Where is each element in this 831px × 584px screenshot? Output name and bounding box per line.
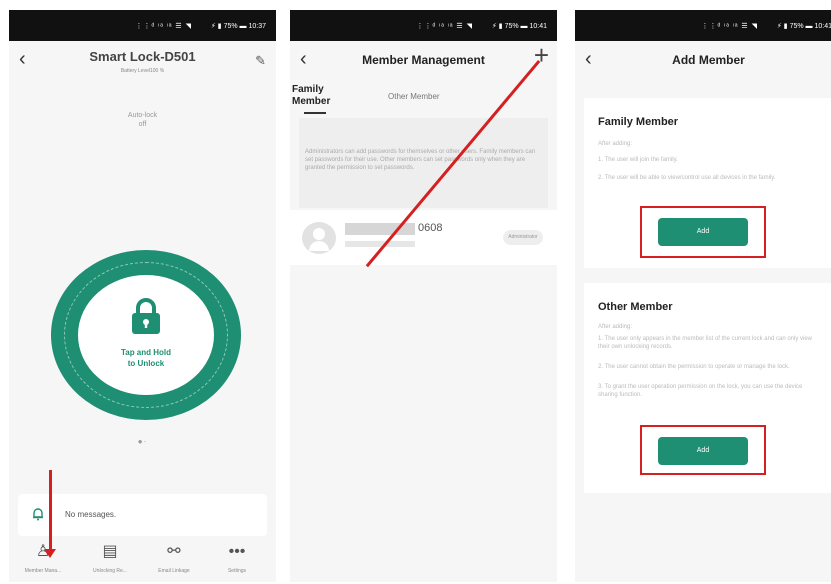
unlock-dial[interactable]: Tap and Hold to Unlock	[51, 250, 241, 420]
nav-bar: ‹ Member Management +	[290, 41, 557, 79]
avatar-body-shape	[309, 241, 329, 251]
card-desc-item: 2. The user cannot obtain the permission…	[598, 364, 790, 370]
signal-indicator: ⋮⋮ᵈ ᶦᵃ ᶦᵃ ☰ ◥	[701, 23, 758, 30]
card-desc-item: 2. The user will be able to view/control…	[598, 175, 776, 181]
link-icon: ⚯	[167, 543, 181, 560]
tab-label: Member Mana...	[24, 568, 62, 574]
tab-label: Other Member	[388, 92, 440, 101]
tab-family-member[interactable]: Family Member	[292, 84, 332, 114]
tab-settings[interactable]: ••• Settings	[207, 542, 267, 574]
screen-add-member: ⋮⋮ᵈ ᶦᵃ ᶦᵃ ☰ ◥ ⚡ ▮ 75% ▬ 10:41 ‹ Add Memb…	[575, 10, 831, 582]
highlight-box: Add	[640, 206, 766, 258]
page-title: Member Management	[362, 53, 485, 67]
status-bar: ⋮⋮ᵈ ᶦᵃ ᶦᵃ ☰ ◥ ⚡ ▮ 75% ▬ 10:41	[290, 10, 557, 41]
tab-other-member[interactable]: Other Member	[388, 92, 440, 101]
unlock-button[interactable]: Tap and Hold to Unlock	[78, 275, 214, 395]
auto-lock-status[interactable]: Auto-lock off	[9, 111, 276, 129]
signal-indicator: ⋮⋮ᵈ ᶦᵃ ᶦᵃ ☰ ◥	[135, 23, 192, 30]
message-card[interactable]: No messages.	[18, 494, 267, 536]
avatar	[302, 222, 336, 254]
card-title: Other Member	[598, 301, 673, 313]
unlock-hint-line2: to Unlock	[127, 359, 165, 368]
screen-member-management: ⋮⋮ᵈ ᶦᵃ ᶦᵃ ☰ ◥ ⚡ ▮ 75% ▬ 10:41 ‹ Member M…	[290, 10, 557, 582]
dots-icon: •••	[228, 543, 246, 560]
message-text: No messages.	[65, 510, 117, 519]
avatar-head-shape	[313, 228, 325, 240]
role-badge: Administrator	[503, 230, 543, 245]
page-title: Smart Lock-D501	[89, 49, 196, 64]
signal-indicator: ⋮⋮ᵈ ᶦᵃ ᶦᵃ ☰ ◥	[416, 23, 473, 30]
tab-email-linkage[interactable]: ⚯ Email Linkage	[144, 542, 204, 574]
tab-label: Settings	[227, 568, 247, 574]
unlock-hint-line1: Tap and Hold	[120, 348, 172, 357]
status-bar: ⋮⋮ᵈ ᶦᵃ ᶦᵃ ☰ ◥ ⚡ ▮ 75% ▬ 10:41	[575, 10, 831, 41]
redacted-subtitle-block	[345, 241, 415, 247]
tab-label: Unlocking Re...	[93, 568, 127, 574]
tab-member-management[interactable]: ♙ Member Mana...	[13, 542, 73, 574]
card-desc-heading: After adding:	[598, 141, 633, 147]
screen-smart-lock: ⋮⋮ᵈ ᶦᵃ ᶦᵃ ☰ ◥ ⚡ ▮ 75% ▬ 10:37 ‹ Smart Lo…	[9, 10, 276, 582]
active-tab-underline	[304, 112, 326, 114]
add-family-member-button[interactable]: Add	[658, 218, 748, 246]
tab-label: Email Linkage	[158, 568, 190, 574]
auto-lock-label: Auto-lock	[127, 112, 158, 119]
member-name: 0608	[418, 222, 443, 234]
page-title: Add Member	[672, 53, 745, 67]
other-member-card: Other Member After adding: 1. The user o…	[584, 283, 831, 493]
add-other-member-button[interactable]: Add	[658, 437, 748, 465]
tab-label: Family Member	[292, 84, 331, 107]
bell-icon	[33, 508, 43, 521]
card-desc-item: 3. To grant the user operation permissio…	[598, 384, 803, 398]
redacted-name-block	[345, 223, 415, 235]
padlock-icon	[132, 298, 160, 334]
card-title: Family Member	[598, 116, 679, 128]
card-desc-item: 1. The user will join the family.	[598, 157, 678, 163]
nav-bar: ‹ Smart Lock-D501 Battery Level100 % ✎	[9, 41, 276, 79]
card-desc-item: 1. The user only appears in the member l…	[598, 336, 812, 350]
person-icon: ♙	[35, 543, 51, 560]
auto-lock-value: off	[138, 121, 147, 128]
tab-unlocking-records[interactable]: ▤ Unlocking Re...	[80, 542, 140, 574]
record-icon: ▤	[102, 543, 118, 560]
annotation-arrowhead	[44, 549, 56, 558]
battery-time-indicator: ⚡ ▮ 75% ▬ 10:37	[210, 23, 266, 30]
edit-pencil-icon[interactable]: ✎	[255, 53, 266, 69]
highlight-box: Add	[640, 425, 766, 475]
nav-bar: ‹ Add Member	[575, 41, 831, 79]
status-bar: ⋮⋮ᵈ ᶦᵃ ᶦᵃ ☰ ◥ ⚡ ▮ 75% ▬ 10:37	[9, 10, 276, 41]
member-list-item[interactable]: 0608 Administrator	[290, 210, 557, 265]
annotation-arrow	[44, 470, 56, 558]
battery-time-indicator: ⚡ ▮ 75% ▬ 10:41	[491, 23, 547, 30]
info-text: Administrators can add passwords for the…	[305, 149, 536, 171]
battery-level-text: Battery Level100 %	[120, 68, 165, 74]
page-indicator: ●·	[137, 437, 148, 446]
card-desc-heading: After adding:	[598, 324, 633, 330]
unlock-hint: Tap and Hold to Unlock	[78, 347, 214, 369]
battery-time-indicator: ⚡ ▮ 75% ▬ 10:41	[776, 23, 831, 30]
family-member-card: Family Member After adding: 1. The user …	[584, 98, 831, 268]
